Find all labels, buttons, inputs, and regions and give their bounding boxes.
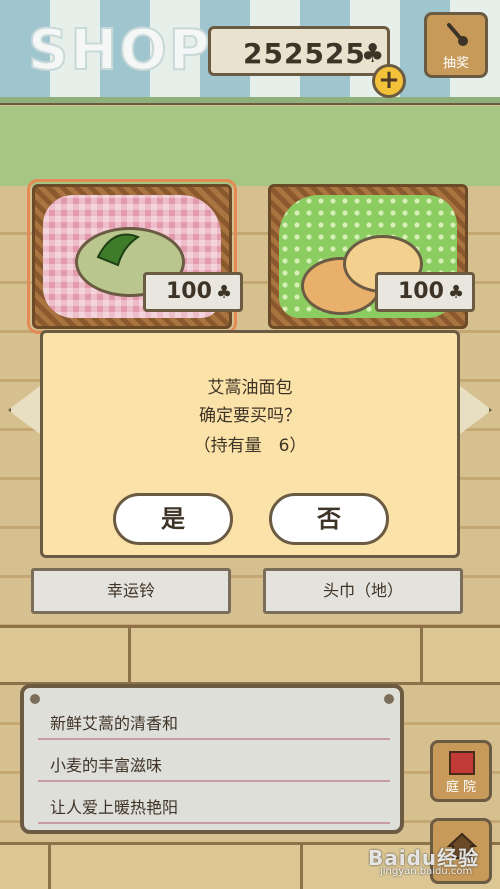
description-rule	[38, 822, 390, 824]
lottery-button[interactable]: 抽奖	[424, 12, 488, 78]
clover-icon: ♣	[215, 282, 233, 303]
price-value: 100	[398, 279, 444, 304]
herb-leaf-icon	[96, 233, 141, 267]
shop-title: SHOP	[27, 17, 212, 84]
description-line: 让人爱上暖热艳阳	[50, 798, 179, 817]
dialog-question: 确定要买吗？	[199, 406, 301, 426]
clover-icon: ♣	[447, 282, 465, 303]
awning-fringe	[0, 97, 500, 105]
nail	[384, 694, 394, 704]
description-rule	[38, 738, 390, 740]
description-rule	[38, 780, 390, 782]
hand-bell-icon	[447, 23, 468, 46]
shelf-board	[0, 625, 500, 685]
item-label-1[interactable]: 幸运铃	[31, 568, 231, 614]
confirm-yes-button[interactable]: 是	[113, 493, 233, 545]
grass-strip	[0, 106, 500, 186]
price-value: 100	[166, 279, 212, 304]
description-line: 小麦的丰富滋味	[50, 756, 163, 775]
lottery-label: 抽奖	[442, 56, 469, 71]
garden-label: 庭 院	[445, 780, 477, 795]
price-tag-1: 100 ♣	[143, 272, 243, 312]
clover-count: 252525	[243, 37, 366, 70]
dialog-owned-count: （持有量 6）	[193, 436, 307, 456]
confirm-no-button[interactable]: 否	[269, 493, 389, 545]
dialog-item-name: 艾蒿油面包	[207, 378, 293, 398]
purchase-confirm-dialog: 艾蒿油面包 确定要买吗？ （持有量 6） 是 否	[40, 330, 460, 558]
garden-icon	[449, 751, 475, 775]
item-label-2[interactable]: 头巾（地）	[263, 568, 463, 614]
nail	[30, 694, 40, 704]
item-description-board: 新鲜艾蒿的清香和 小麦的丰富滋味 让人爱上暖热艳阳	[20, 684, 404, 834]
price-tag-2: 100 ♣	[375, 272, 475, 312]
garden-button[interactable]: 庭 院	[430, 740, 492, 802]
description-line: 新鲜艾蒿的清香和	[50, 714, 179, 733]
clover-counter: 252525 ♣	[208, 26, 390, 76]
baidu-watermark-url: jingyan.baidu.com	[380, 866, 473, 877]
add-clover-button[interactable]: +	[372, 64, 406, 98]
